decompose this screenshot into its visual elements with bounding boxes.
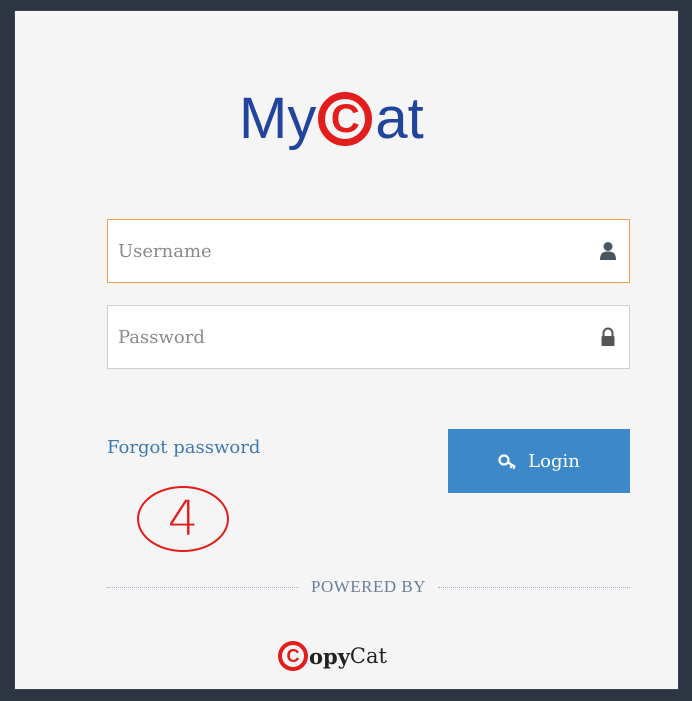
password-input[interactable] [108,306,629,368]
username-field[interactable] [107,219,630,283]
copycat-logo: C opy Cat [278,637,387,675]
copycat-brand-rest: Cat [349,644,387,668]
divider-line-right [438,586,630,588]
divider-line-left [107,586,299,588]
key-icon [498,454,516,469]
copycat-c-badge: C [278,641,308,671]
lock-icon [601,327,615,346]
login-button[interactable]: Login [448,429,630,493]
logo-suffix: at [375,86,424,151]
login-panel: My C at Forgot password Login 4 POWERED … [14,10,679,690]
password-field[interactable] [107,305,630,369]
copycat-brand-bold: opy [309,643,350,669]
logo-c-badge: C [318,92,373,146]
forgot-password-link[interactable]: Forgot password [107,437,260,458]
powered-by-label: POWERED BY [310,577,427,596]
username-input[interactable] [108,220,629,282]
login-label: Login [528,450,580,472]
mycat-logo: My C at [239,79,424,159]
step-number-annotation: 4 [137,486,229,552]
powered-by-divider: POWERED BY [107,577,630,597]
logo-prefix: My [239,86,317,151]
user-icon [600,242,616,260]
